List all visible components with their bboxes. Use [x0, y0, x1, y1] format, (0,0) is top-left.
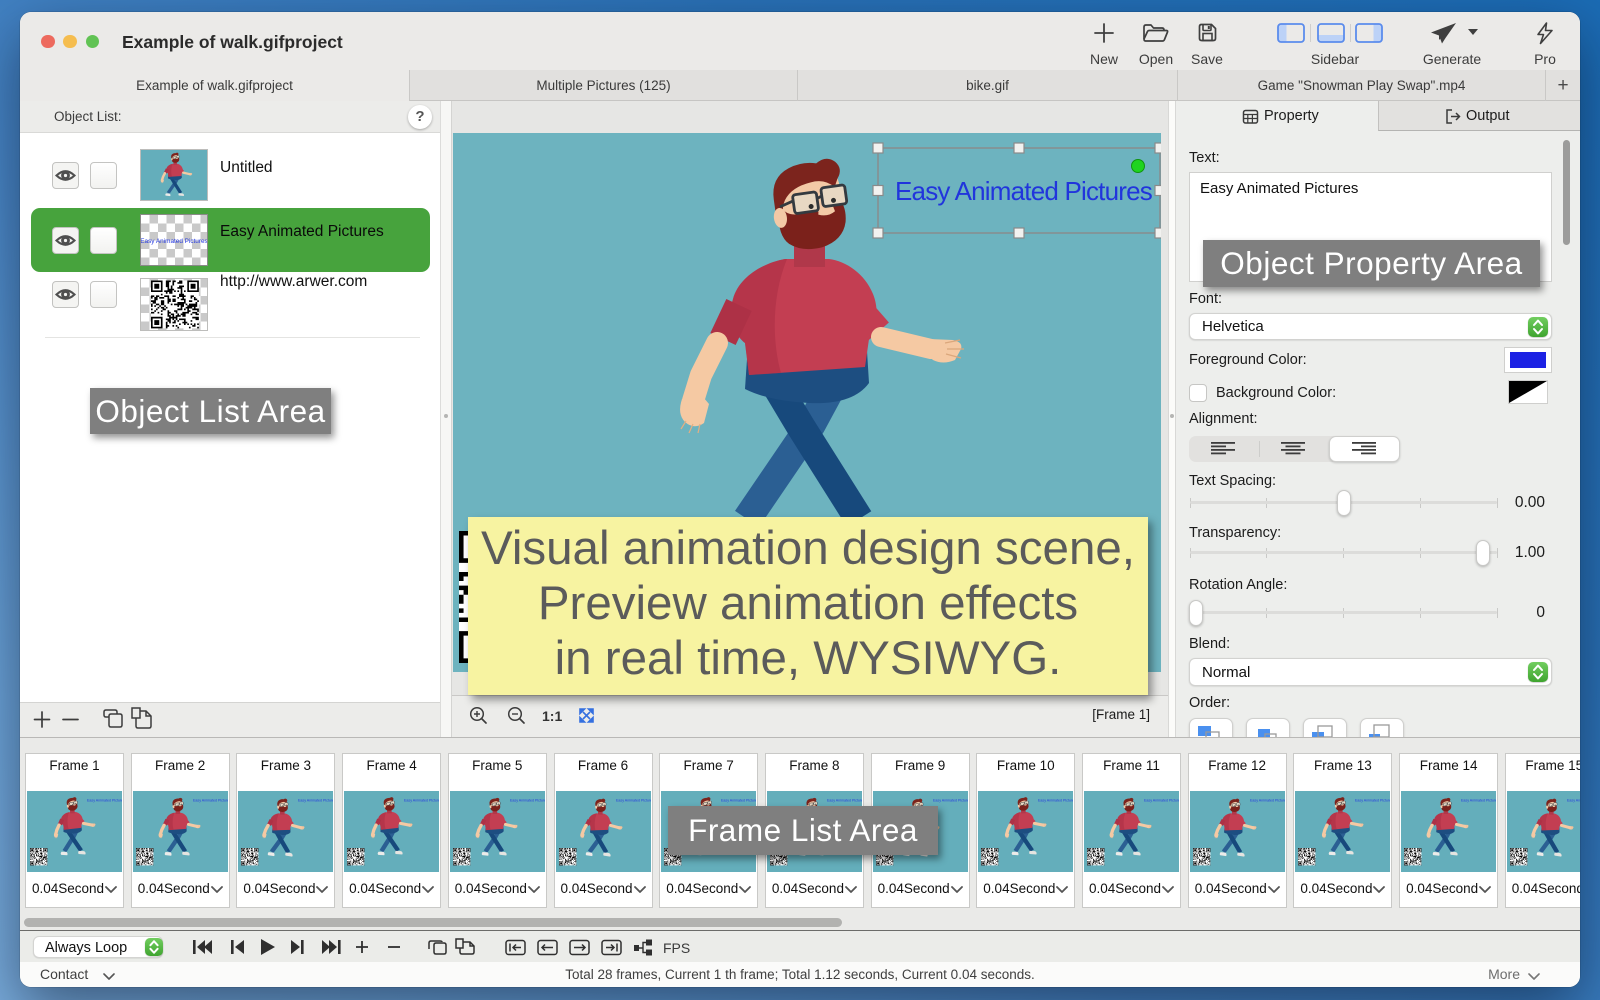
svg-text:Easy Animated Pictures: Easy Animated Pictures — [616, 799, 651, 803]
svg-text:Easy Animated Pictures: Easy Animated Pictures — [721, 799, 756, 803]
svg-text:Easy Animated Pictures: Easy Animated Pictures — [510, 799, 545, 803]
svg-text:Easy Animated Pictures: Easy Animated Pictures — [404, 799, 439, 803]
svg-text:Easy Animated Pictures: Easy Animated Pictures — [933, 799, 968, 803]
svg-text:Easy Animated Pictures: Easy Animated Pictures — [1567, 799, 1580, 803]
svg-text:Easy Animated Pictures: Easy Animated Pictures — [1038, 799, 1073, 803]
svg-text:Easy Animated Pictures: Easy Animated Pictures — [298, 799, 333, 803]
svg-text:Easy Animated Pictures: Easy Animated Pictures — [1250, 799, 1285, 803]
svg-text:Easy Animated Pictures: Easy Animated Pictures — [1461, 799, 1496, 803]
svg-text:Easy Animated Pictures: Easy Animated Pictures — [141, 238, 207, 245]
svg-text:Easy Animated Pictures: Easy Animated Pictures — [1355, 799, 1390, 803]
svg-text:Easy Animated Pictures: Easy Animated Pictures — [87, 799, 122, 803]
svg-text:Easy Animated Pictures: Easy Animated Pictures — [1144, 799, 1179, 803]
svg-text:Easy Animated Pictures: Easy Animated Pictures — [193, 799, 228, 803]
svg-text:Easy Animated Pictures: Easy Animated Pictures — [827, 799, 862, 803]
